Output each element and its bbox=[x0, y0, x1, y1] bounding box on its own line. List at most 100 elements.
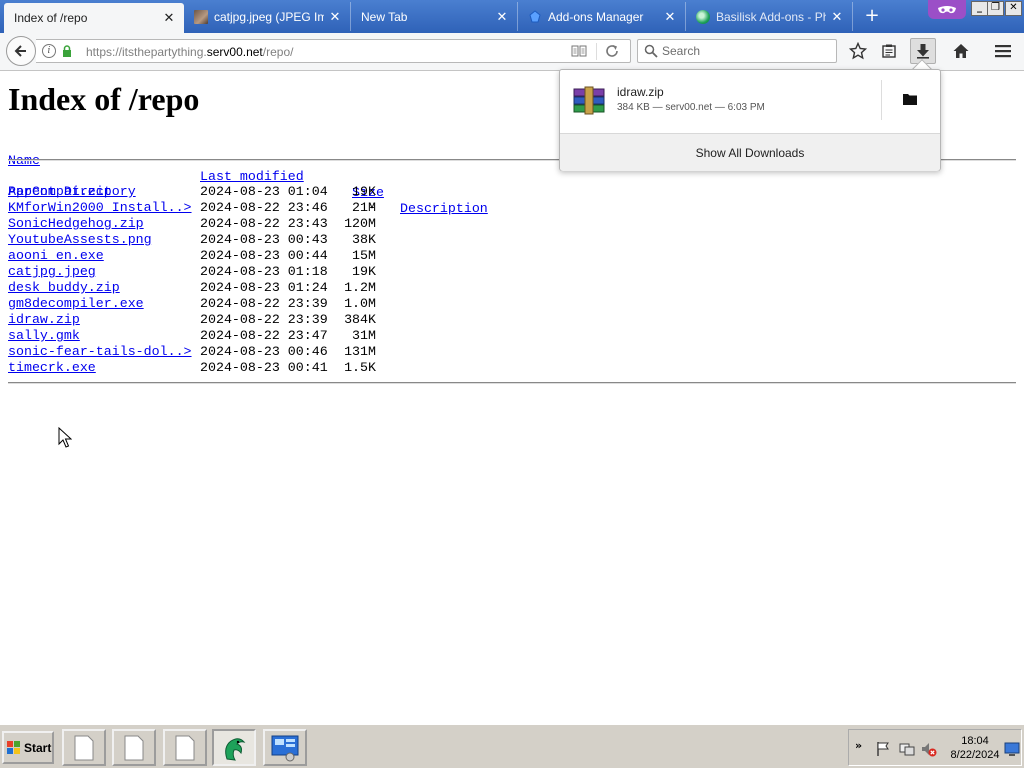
divider bbox=[881, 80, 882, 120]
basilisk-icon bbox=[225, 737, 246, 761]
file-size: 38K bbox=[352, 232, 376, 247]
tab-title: catjpg.jpeg (JPEG Ima bbox=[214, 9, 324, 24]
document-icon bbox=[175, 735, 195, 760]
tab-basilisk-addons[interactable]: Basilisk Add-ons - Pha ✕ bbox=[686, 2, 853, 31]
file-link[interactable]: desk_buddy.zip bbox=[8, 280, 120, 296]
url-domain: serv00.net bbox=[206, 45, 263, 59]
tab-title: Basilisk Add-ons - Pha bbox=[716, 9, 826, 24]
back-button[interactable] bbox=[6, 36, 36, 66]
file-modified: 2024-08-23 00:43 bbox=[200, 232, 328, 247]
close-icon[interactable]: ✕ bbox=[328, 9, 342, 25]
file-size: 31M bbox=[352, 328, 376, 343]
search-bar[interactable] bbox=[637, 39, 837, 63]
close-icon[interactable]: ✕ bbox=[830, 9, 844, 25]
reload-icon[interactable] bbox=[604, 43, 620, 59]
file-modified: 2024-08-22 23:47 bbox=[200, 328, 328, 343]
close-icon[interactable]: ✕ bbox=[663, 9, 677, 25]
file-size: 120M bbox=[344, 216, 376, 231]
file-link[interactable]: gm8decompiler.exe bbox=[8, 296, 144, 312]
file-link[interactable]: SonicHedgehog.zip bbox=[8, 216, 144, 232]
start-button[interactable]: Start bbox=[2, 731, 54, 764]
file-link[interactable]: KMforWin2000_Install..> bbox=[8, 200, 192, 216]
column-headers: Name Last modified Size Description bbox=[8, 137, 488, 216]
file-link[interactable]: timecrk.exe bbox=[8, 360, 96, 376]
show-desktop-icon[interactable] bbox=[1004, 741, 1020, 757]
file-modified: 2024-08-23 00:44 bbox=[200, 248, 328, 263]
tab-title: Index of /repo bbox=[14, 11, 88, 25]
taskbar-control-panel[interactable] bbox=[263, 729, 307, 766]
download-item[interactable]: idraw.zip 384 KB — serv00.net — 6:03 PM bbox=[560, 70, 940, 133]
url-text[interactable]: https://itsthepartything.serv00.net/repo… bbox=[86, 45, 293, 59]
tab-catjpg[interactable]: catjpg.jpeg (JPEG Ima ✕ bbox=[184, 2, 351, 31]
network-icon[interactable] bbox=[899, 741, 915, 757]
system-clock[interactable]: 18:04 8/22/2024 bbox=[943, 734, 1007, 762]
star-icon bbox=[849, 42, 867, 60]
navigation-toolbar: i https://itsthepartything.serv00.net/re… bbox=[0, 33, 1024, 71]
divider bbox=[8, 382, 1016, 384]
home-icon bbox=[953, 44, 969, 58]
url-bar[interactable]: i https://itsthepartything.serv00.net/re… bbox=[36, 39, 631, 63]
restore-button[interactable]: ❐ bbox=[987, 1, 1004, 16]
minimize-button[interactable]: _ bbox=[971, 1, 988, 16]
clock-time: 18:04 bbox=[961, 735, 989, 747]
action-center-flag-icon[interactable] bbox=[875, 741, 891, 757]
page-title: Index of /repo bbox=[8, 81, 200, 117]
volume-muted-icon[interactable] bbox=[921, 741, 937, 757]
file-size: 1.0M bbox=[344, 296, 376, 311]
file-size: 19K bbox=[352, 184, 376, 199]
show-all-downloads-button[interactable]: Show All Downloads bbox=[560, 133, 940, 171]
tab-strip: Index of /repo ✕ catjpg.jpeg (JPEG Ima ✕… bbox=[0, 0, 1024, 33]
tab-new-tab[interactable]: New Tab ✕ bbox=[351, 2, 518, 31]
file-link[interactable]: aooni_en.exe bbox=[8, 248, 104, 264]
file-link[interactable]: sally.gmk bbox=[8, 328, 80, 344]
file-modified: 2024-08-22 23:46 bbox=[200, 200, 328, 215]
file-modified: 2024-08-23 00:41 bbox=[200, 360, 328, 375]
tab-addons-manager[interactable]: Add-ons Manager ✕ bbox=[518, 2, 686, 31]
hamburger-menu-button[interactable] bbox=[990, 38, 1016, 64]
site-info-icon[interactable]: i bbox=[42, 44, 56, 58]
new-tab-button[interactable]: + bbox=[862, 6, 882, 26]
clipboard-icon bbox=[882, 44, 896, 58]
download-details: 384 KB — serv00.net — 6:03 PM bbox=[617, 102, 765, 113]
folder-icon[interactable] bbox=[902, 92, 918, 106]
file-link[interactable]: catjpg.jpeg bbox=[8, 264, 96, 280]
tab-title: New Tab bbox=[361, 9, 408, 24]
taskbar-document-2[interactable] bbox=[112, 729, 156, 766]
image-thumbnail-icon bbox=[194, 9, 208, 24]
file-size: 19K bbox=[352, 264, 376, 279]
tray-expand-icon[interactable]: » bbox=[855, 739, 871, 755]
bookmark-star-button[interactable] bbox=[845, 38, 871, 64]
file-link[interactable]: YoutubeAssests.png bbox=[8, 232, 152, 248]
sort-by-name-link[interactable]: Name bbox=[8, 153, 40, 169]
sort-by-modified-link[interactable]: Last modified bbox=[200, 169, 304, 185]
file-link[interactable]: AppCompat.zip bbox=[8, 184, 112, 200]
file-link[interactable]: sonic-fear-tails-dol..> bbox=[8, 344, 192, 360]
close-icon[interactable]: ✕ bbox=[495, 9, 509, 25]
file-modified: 2024-08-22 23:43 bbox=[200, 216, 328, 231]
file-modified: 2024-08-23 01:18 bbox=[200, 264, 328, 279]
basilisk-icon bbox=[696, 9, 710, 24]
bookmarks-menu-button[interactable] bbox=[876, 38, 902, 64]
system-tray: » 18:04 8/22/2024 bbox=[848, 729, 1022, 766]
taskbar-document-1[interactable] bbox=[62, 729, 106, 766]
url-path: /repo/ bbox=[262, 45, 294, 59]
start-label: Start bbox=[24, 740, 52, 755]
taskbar-basilisk[interactable] bbox=[212, 729, 256, 766]
file-modified: 2024-08-23 01:24 bbox=[200, 280, 328, 295]
lock-icon[interactable] bbox=[62, 45, 72, 57]
reader-view-icon[interactable] bbox=[571, 44, 587, 58]
close-icon[interactable]: ✕ bbox=[162, 10, 176, 26]
tab-index-of-repo[interactable]: Index of /repo ✕ bbox=[4, 3, 184, 33]
home-button[interactable] bbox=[948, 38, 974, 64]
search-input[interactable] bbox=[662, 43, 832, 59]
file-modified: 2024-08-22 23:39 bbox=[200, 312, 328, 327]
file-link[interactable]: idraw.zip bbox=[8, 312, 80, 328]
puzzle-icon bbox=[528, 9, 542, 24]
close-window-button[interactable]: ✕ bbox=[1005, 1, 1022, 16]
sort-by-description-link[interactable]: Description bbox=[400, 201, 488, 217]
url-separator bbox=[596, 43, 597, 60]
document-icon bbox=[124, 735, 144, 760]
winrar-archive-icon bbox=[573, 86, 605, 115]
menu-icon bbox=[995, 45, 1011, 58]
taskbar-document-3[interactable] bbox=[163, 729, 207, 766]
